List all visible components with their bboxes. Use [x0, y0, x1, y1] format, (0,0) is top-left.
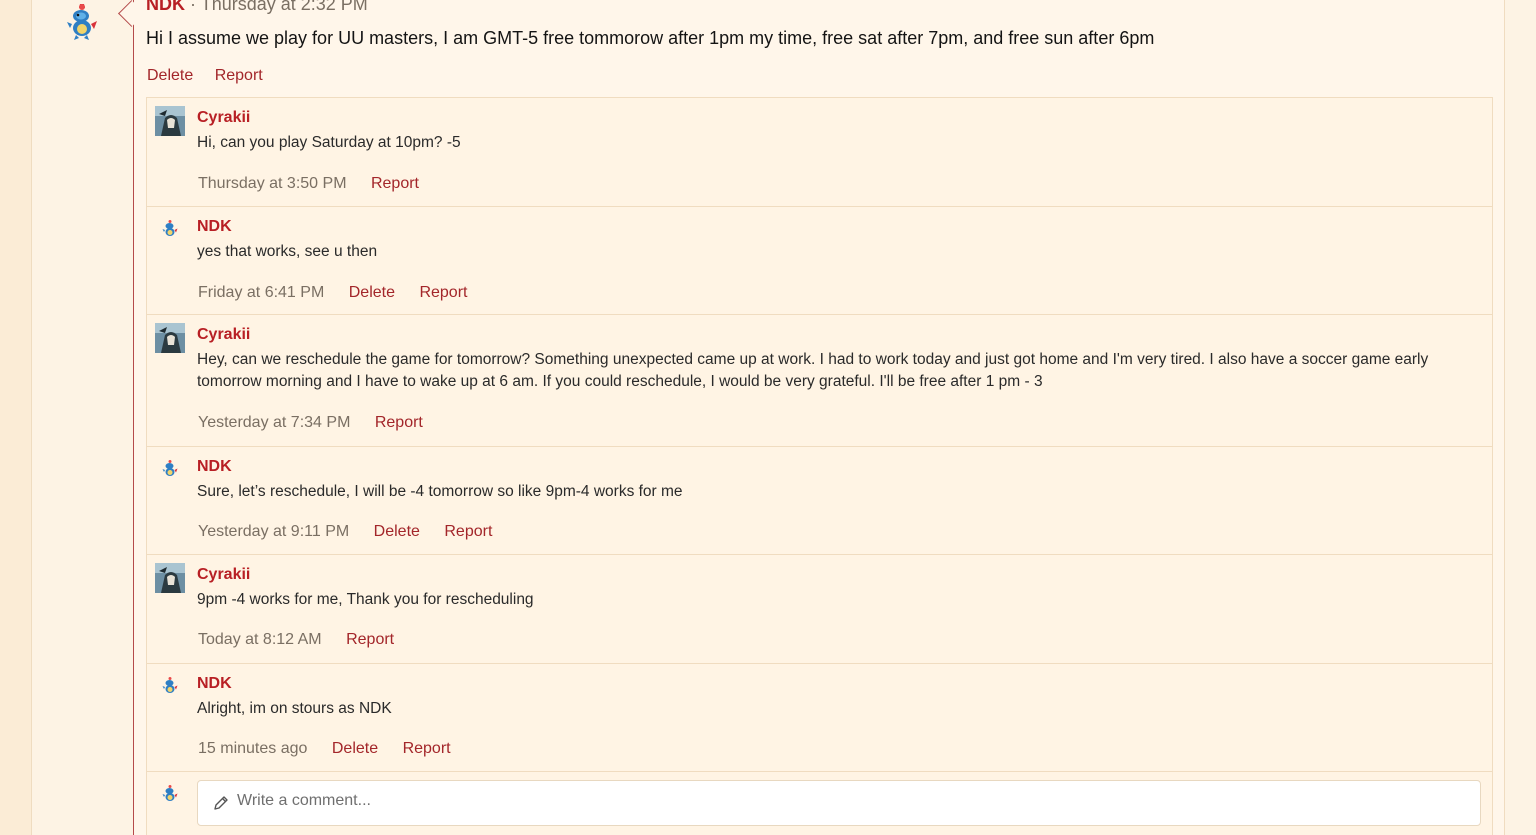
comment-delete-link[interactable]: Delete: [374, 523, 420, 540]
comment-composer[interactable]: [197, 780, 1481, 826]
comment-text: Hi, can you play Saturday at 10pm? -5: [197, 134, 461, 151]
avatar-column: [32, 0, 132, 835]
comment-item: Cyrakii Hey, can we reschedule the game …: [147, 315, 1492, 447]
ndk-avatar[interactable]: [161, 219, 179, 239]
message-report-link[interactable]: Report: [215, 67, 263, 84]
comment-author-link[interactable]: Cyrakii: [197, 566, 250, 584]
left-gutter: [0, 0, 32, 835]
ndk-avatar[interactable]: [161, 784, 179, 804]
comment-input[interactable]: [235, 791, 1439, 811]
comment-report-link[interactable]: Report: [419, 284, 467, 301]
comment-meta: Friday at 6:41 PM Delete Report: [198, 284, 487, 302]
ndk-avatar[interactable]: [64, 2, 100, 42]
comment-report-link[interactable]: Report: [444, 523, 492, 540]
message-author-link[interactable]: NDK: [146, 0, 185, 14]
comment-item: NDK Alright, im on stours as NDK 15 minu…: [147, 664, 1492, 772]
comment-delete-link[interactable]: Delete: [349, 284, 395, 301]
comment-author-link[interactable]: NDK: [197, 218, 232, 236]
comment-text: Hey, can we reschedule the game for tomo…: [197, 351, 1429, 390]
message-timestamp[interactable]: Thursday at 2:32 PM: [201, 0, 368, 14]
message-separator: ·: [190, 0, 197, 14]
comment-report-link[interactable]: Report: [375, 414, 423, 431]
comment-text: Sure, let’s reschedule, I will be -4 tom…: [197, 483, 683, 500]
message-header: NDK · Thursday at 2:32 PM: [146, 0, 368, 15]
message-actions: Delete Report: [147, 67, 280, 85]
comment-list: Cyrakii Hi, can you play Saturday at 10p…: [146, 97, 1493, 835]
comment-report-link[interactable]: Report: [371, 175, 419, 192]
comment-text: Alright, im on stours as NDK: [197, 700, 392, 717]
comment-timestamp[interactable]: Yesterday at 9:11 PM: [198, 523, 349, 540]
comment-report-link[interactable]: Report: [346, 631, 394, 648]
comment-author-link[interactable]: NDK: [197, 458, 232, 476]
comment-timestamp[interactable]: Friday at 6:41 PM: [198, 284, 324, 301]
cyrakii-avatar[interactable]: [155, 323, 185, 353]
comment-timestamp[interactable]: Today at 8:12 AM: [198, 631, 322, 648]
comment-delete-link[interactable]: Delete: [332, 740, 378, 757]
comment-text: yes that works, see u then: [197, 243, 378, 260]
comment-item: NDK yes that works, see u then Friday at…: [147, 207, 1492, 315]
comment-meta: Today at 8:12 AM Report: [198, 631, 414, 649]
comment-item: Cyrakii 9pm -4 works for me, Thank you f…: [147, 555, 1492, 664]
message-delete-link[interactable]: Delete: [147, 67, 193, 84]
comment-meta: Thursday at 3:50 PM Report: [198, 175, 439, 193]
comment-meta: Yesterday at 7:34 PM Report: [198, 414, 443, 432]
profile-post-page: NDK · Thursday at 2:32 PM Hi I assume we…: [0, 0, 1536, 835]
comment-meta: Yesterday at 9:11 PM Delete Report: [198, 523, 512, 541]
comment-item: Cyrakii Hi, can you play Saturday at 10p…: [147, 98, 1492, 207]
comment-author-link[interactable]: Cyrakii: [197, 326, 250, 344]
comment-report-link[interactable]: Report: [403, 740, 451, 757]
comment-author-link[interactable]: Cyrakii: [197, 109, 250, 127]
ndk-avatar[interactable]: [161, 459, 179, 479]
comment-timestamp[interactable]: Yesterday at 7:34 PM: [198, 414, 350, 431]
cyrakii-avatar[interactable]: [155, 563, 185, 593]
comment-item: NDK Sure, let’s reschedule, I will be -4…: [147, 447, 1492, 555]
ndk-avatar[interactable]: [161, 676, 179, 696]
comment-composer-row: [147, 772, 1492, 835]
message-body: Hi I assume we play for UU masters, I am…: [146, 28, 1155, 48]
pencil-icon: [214, 796, 228, 810]
cyrakii-avatar[interactable]: [155, 106, 185, 136]
comment-timestamp[interactable]: 15 minutes ago: [198, 740, 307, 757]
comment-author-link[interactable]: NDK: [197, 675, 232, 693]
comment-timestamp[interactable]: Thursday at 3:50 PM: [198, 175, 347, 192]
comment-meta: 15 minutes ago Delete Report: [198, 740, 471, 758]
comment-text: 9pm -4 works for me, Thank you for resch…: [197, 591, 534, 608]
